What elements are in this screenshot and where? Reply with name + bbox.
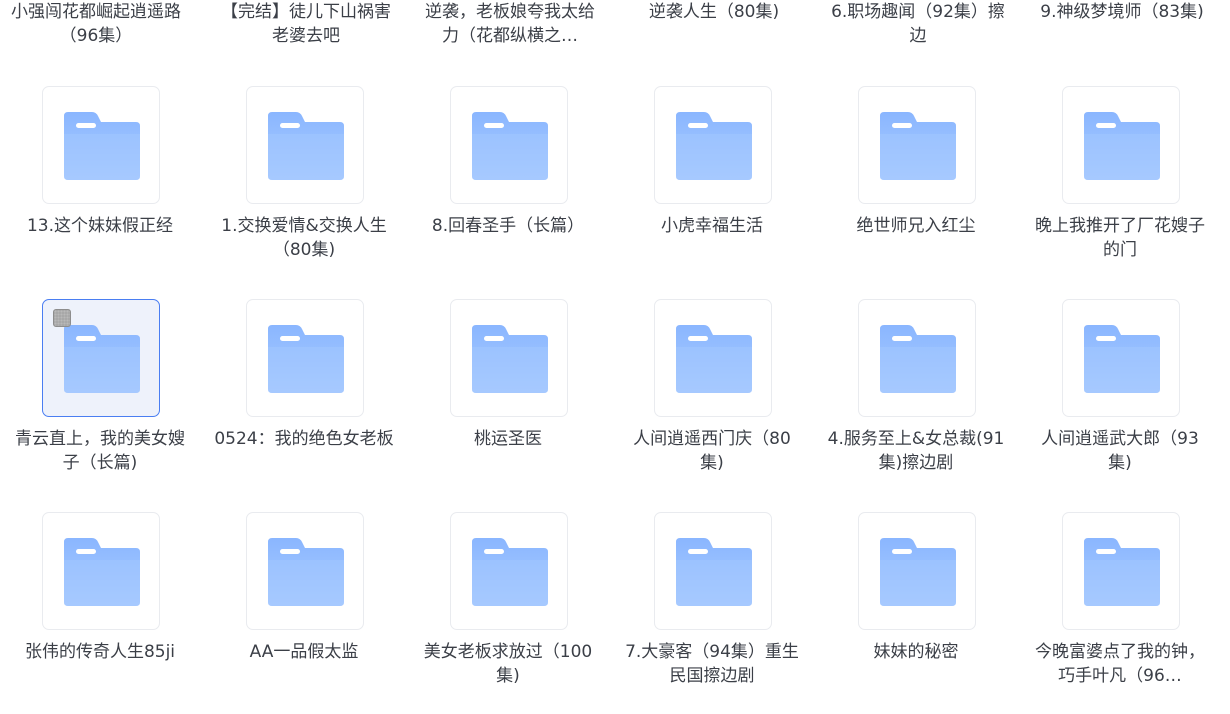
folder-icon [1084, 325, 1160, 393]
folder-icon [472, 112, 548, 180]
folder-grid: 小强闯花都崛起逍遥路（96集） 【完结】徒儿下山祸害老婆去吧 逆袭，老板娘夸我太… [0, 0, 1230, 714]
folder-name: 13.这个妹妹假正经 [26, 216, 174, 236]
folder-name: 绝世师兄入红尘 [856, 216, 976, 236]
folder-name: 小虎幸福生活 [661, 216, 763, 236]
folder-tile[interactable] [450, 512, 568, 630]
folder-name: 7.大豪客（94集）重生民国擦边剧 [625, 642, 799, 686]
folder-tile[interactable] [42, 299, 160, 417]
folder-tile[interactable] [246, 86, 364, 204]
folder-name: 今晚富婆点了我的钟，巧手叶凡（96… [1035, 642, 1205, 686]
folder-name: 人间逍遥西门庆（80集) [633, 429, 791, 473]
folder-name: 8.回春圣手（长篇） [431, 216, 585, 236]
folder-icon [880, 538, 956, 606]
folder-icon [880, 112, 956, 180]
folder-name: 张伟的传奇人生85ji [24, 642, 176, 662]
folder-icon [268, 538, 344, 606]
folder-icon [1084, 112, 1160, 180]
folder-icon [268, 112, 344, 180]
folder-tile[interactable] [1062, 512, 1180, 630]
folder-tile[interactable] [654, 299, 772, 417]
folder-tile[interactable] [450, 86, 568, 204]
folder-icon [676, 538, 752, 606]
folder-name: 晚上我推开了厂花嫂子的门 [1035, 216, 1205, 260]
folder-icon [64, 538, 140, 606]
folder-name: 妹妹的秘密 [873, 642, 959, 662]
folder-name: 4.服务至上&女总裁(91集)擦边剧 [827, 429, 1005, 473]
folder-name[interactable]: 9.神级梦境师（83集) [1032, 0, 1212, 24]
folder-name[interactable]: 逆袭，老板娘夸我太给力（花都纵横之… [420, 0, 600, 48]
folder-icon [64, 325, 140, 393]
folder-icon [880, 325, 956, 393]
folder-tile[interactable] [42, 86, 160, 204]
folder-tile[interactable] [1062, 299, 1180, 417]
folder-tile[interactable] [654, 86, 772, 204]
folder-tile[interactable] [1062, 86, 1180, 204]
folder-tile[interactable] [246, 512, 364, 630]
folder-tile[interactable] [858, 512, 976, 630]
folder-tile[interactable] [246, 299, 364, 417]
folder-name: 人间逍遥武大郎（93集) [1041, 429, 1199, 473]
folder-name: AA一品假太监 [249, 642, 359, 662]
folder-name[interactable]: 【完结】徒儿下山祸害老婆去吧 [216, 0, 396, 48]
folder-name: 0524：我的绝色女老板 [214, 429, 394, 449]
folder-icon [268, 325, 344, 393]
folder-name[interactable]: 6.职场趣闻（92集）擦边 [828, 0, 1008, 48]
folder-icon [676, 112, 752, 180]
folder-name[interactable]: 小强闯花都崛起逍遥路（96集） [6, 0, 186, 48]
folder-name: 美女老板求放过（100集) [423, 642, 593, 686]
folder-name: 桃运圣医 [474, 429, 542, 449]
folder-tile[interactable] [654, 512, 772, 630]
folder-icon [1084, 538, 1160, 606]
folder-name: 1.交换爱情&交换人生（80集) [221, 216, 387, 260]
folder-name: 青云直上，我的美女嫂子（长篇) [15, 429, 185, 473]
folder-icon [676, 325, 752, 393]
folder-tile[interactable] [858, 86, 976, 204]
folder-tile[interactable] [42, 512, 160, 630]
folder-icon [472, 325, 548, 393]
folder-name[interactable]: 逆袭人生（80集) [624, 0, 804, 24]
folder-icon [472, 538, 548, 606]
checkbox-icon[interactable] [53, 309, 71, 327]
folder-icon [64, 112, 140, 180]
folder-tile[interactable] [858, 299, 976, 417]
folder-tile[interactable] [450, 299, 568, 417]
